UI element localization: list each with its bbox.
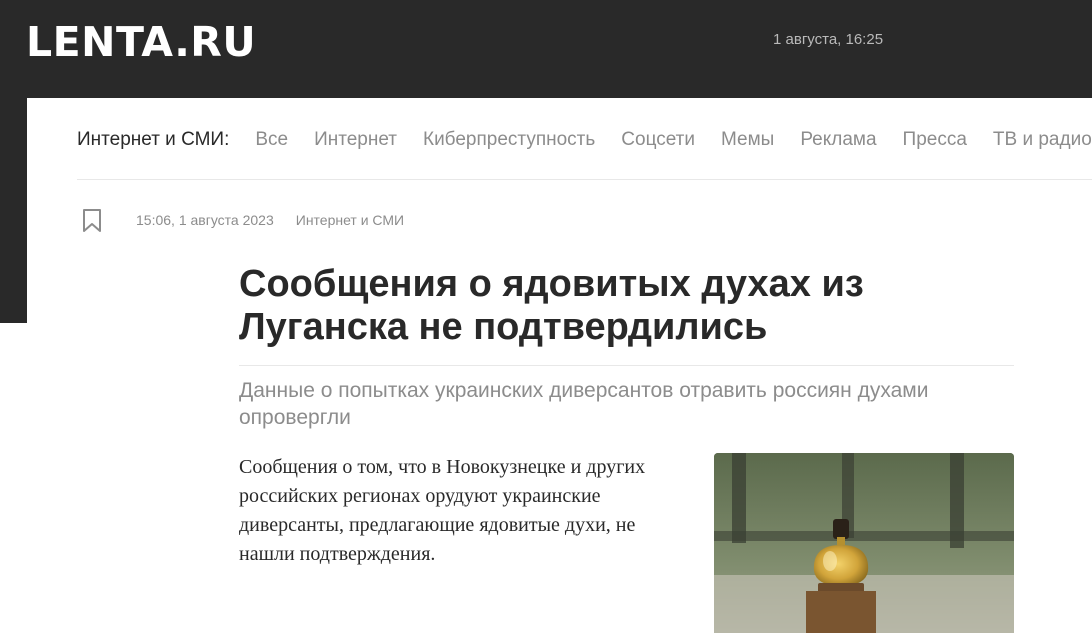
rubric-nav-item-social[interactable]: Соцсети: [621, 129, 695, 150]
article-subtitle: Данные о попытках украинских диверсантов…: [239, 379, 929, 429]
article-meta: 15:06, 1 августа 2023 Интернет и СМИ: [136, 211, 404, 229]
article-rubric-link[interactable]: Интернет и СМИ: [296, 212, 404, 228]
rubric-nav-title: Интернет и СМИ:: [77, 129, 230, 150]
nav-divider: [77, 179, 1092, 180]
article-timestamp: 15:06, 1 августа 2023: [136, 212, 274, 228]
rubric-nav-item-tv-radio[interactable]: ТВ и радио: [993, 129, 1092, 150]
perfume-bottle-photo[interactable]: [714, 453, 1014, 633]
title-divider: [239, 365, 1014, 366]
rubric-nav: Интернет и СМИ: Все Интернет Киберпреступно…: [77, 127, 1092, 153]
header-side-strip: [0, 98, 27, 323]
rubric-nav-item-press[interactable]: Пресса: [903, 129, 967, 150]
rubric-nav-item-memes[interactable]: Мемы: [721, 129, 774, 150]
content-card: Интернет и СМИ: Все Интернет Киберпреступно…: [27, 98, 1092, 633]
article-lead-paragraph: Сообщения о том, что в Новокузнецке и др…: [239, 456, 646, 565]
rubric-nav-item-all[interactable]: Все: [255, 129, 288, 150]
site-header: LENTA.RU 1 августа, 16:25: [0, 0, 1092, 98]
bookmark-icon[interactable]: [82, 209, 102, 233]
rubric-nav-item-internet[interactable]: Интернет: [314, 129, 397, 150]
rubric-nav-item-ads[interactable]: Реклама: [800, 129, 876, 150]
rubric-nav-item-cybercrime[interactable]: Киберпреступность: [423, 129, 595, 150]
article-title: Сообщения о ядовитых духах из Луганска н…: [239, 263, 864, 348]
header-datetime: 1 августа, 16:25: [773, 31, 884, 48]
site-logo[interactable]: LENTA.RU: [26, 20, 256, 64]
